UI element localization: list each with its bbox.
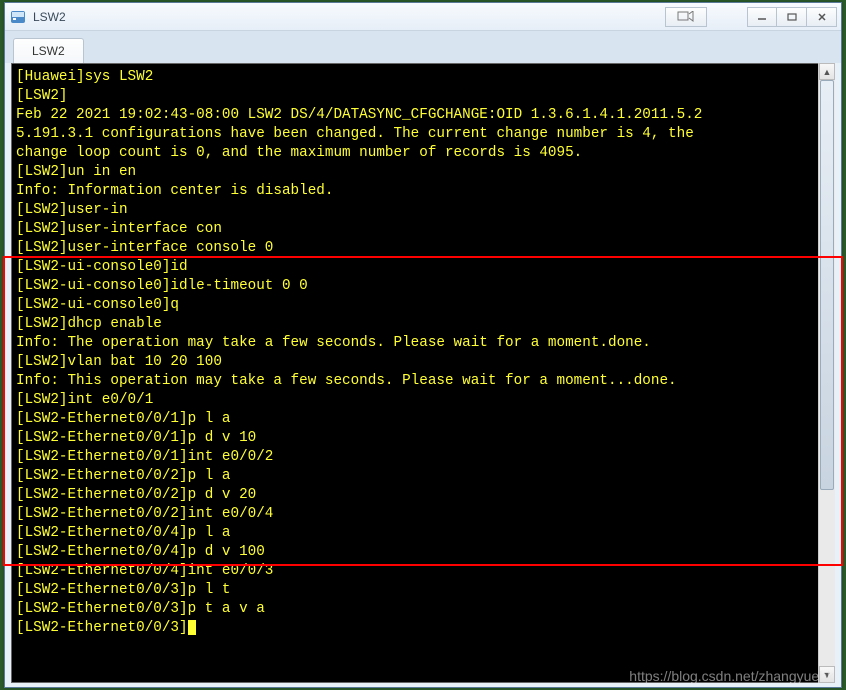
terminal-line: [LSW2-Ethernet0/0/2]int e0/0/4	[16, 505, 834, 524]
terminal-line: [LSW2-Ethernet0/0/1]p l a	[16, 410, 834, 429]
scroll-up-button[interactable]: ▲	[819, 63, 835, 80]
window-title: LSW2	[33, 10, 665, 24]
terminal[interactable]: [Huawei]sys LSW2[LSW2]Feb 22 2021 19:02:…	[11, 63, 835, 683]
minimize-button[interactable]	[747, 7, 777, 27]
terminal-line: [LSW2]user-interface con	[16, 220, 834, 239]
terminal-line: [Huawei]sys LSW2	[16, 68, 834, 87]
terminal-line: [LSW2]int e0/0/1	[16, 391, 834, 410]
terminal-line: [LSW2]dhcp enable	[16, 315, 834, 334]
terminal-line: [LSW2]un in en	[16, 163, 834, 182]
maximize-button[interactable]	[777, 7, 807, 27]
terminal-line: [LSW2-Ethernet0/0/4]int e0/0/3	[16, 562, 834, 581]
terminal-line: [LSW2-Ethernet0/0/1]int e0/0/2	[16, 448, 834, 467]
app-window: LSW2 LSW2 [Huawei]sys LSW2[LSW2]Feb 22 2…	[4, 2, 842, 688]
scrollbar[interactable]: ▲ ▼	[818, 63, 835, 683]
terminal-line: [LSW2]user-interface console 0	[16, 239, 834, 258]
terminal-line: change loop count is 0, and the maximum …	[16, 144, 834, 163]
terminal-line: [LSW2]user-in	[16, 201, 834, 220]
terminal-line: [LSW2-Ethernet0/0/4]p l a	[16, 524, 834, 543]
app-icon	[9, 8, 27, 26]
terminal-line: [LSW2-Ethernet0/0/4]p d v 100	[16, 543, 834, 562]
scroll-thumb[interactable]	[820, 80, 834, 490]
terminal-line: [LSW2-Ethernet0/0/3]	[16, 619, 834, 638]
cursor	[188, 620, 196, 635]
terminal-line: Info: This operation may take a few seco…	[16, 372, 834, 391]
terminal-line: [LSW2-Ethernet0/0/2]p d v 20	[16, 486, 834, 505]
tab-lsw2[interactable]: LSW2	[13, 38, 84, 64]
terminal-line: [LSW2-Ethernet0/0/3]p t a v a	[16, 600, 834, 619]
close-button[interactable]	[807, 7, 837, 27]
titlebar[interactable]: LSW2	[5, 3, 841, 31]
tab-strip: LSW2	[5, 31, 841, 63]
terminal-line: 5.191.3.1 configurations have been chang…	[16, 125, 834, 144]
toolbar-extra-button[interactable]	[665, 7, 707, 27]
terminal-line: [LSW2-Ethernet0/0/1]p d v 10	[16, 429, 834, 448]
terminal-line: [LSW2-Ethernet0/0/3]p l t	[16, 581, 834, 600]
terminal-line: [LSW2-ui-console0]id	[16, 258, 834, 277]
terminal-line: [LSW2-Ethernet0/0/2]p l a	[16, 467, 834, 486]
terminal-container: [Huawei]sys LSW2[LSW2]Feb 22 2021 19:02:…	[11, 63, 835, 683]
scroll-track[interactable]	[819, 80, 835, 666]
terminal-line: [LSW2-ui-console0]idle-timeout 0 0	[16, 277, 834, 296]
scroll-down-button[interactable]: ▼	[819, 666, 835, 683]
terminal-line: [LSW2]	[16, 87, 834, 106]
terminal-line: [LSW2]vlan bat 10 20 100	[16, 353, 834, 372]
terminal-line: Feb 22 2021 19:02:43-08:00 LSW2 DS/4/DAT…	[16, 106, 834, 125]
window-controls	[747, 7, 837, 27]
terminal-line: [LSW2-ui-console0]q	[16, 296, 834, 315]
terminal-line: Info: The operation may take a few secon…	[16, 334, 834, 353]
terminal-line: Info: Information center is disabled.	[16, 182, 834, 201]
